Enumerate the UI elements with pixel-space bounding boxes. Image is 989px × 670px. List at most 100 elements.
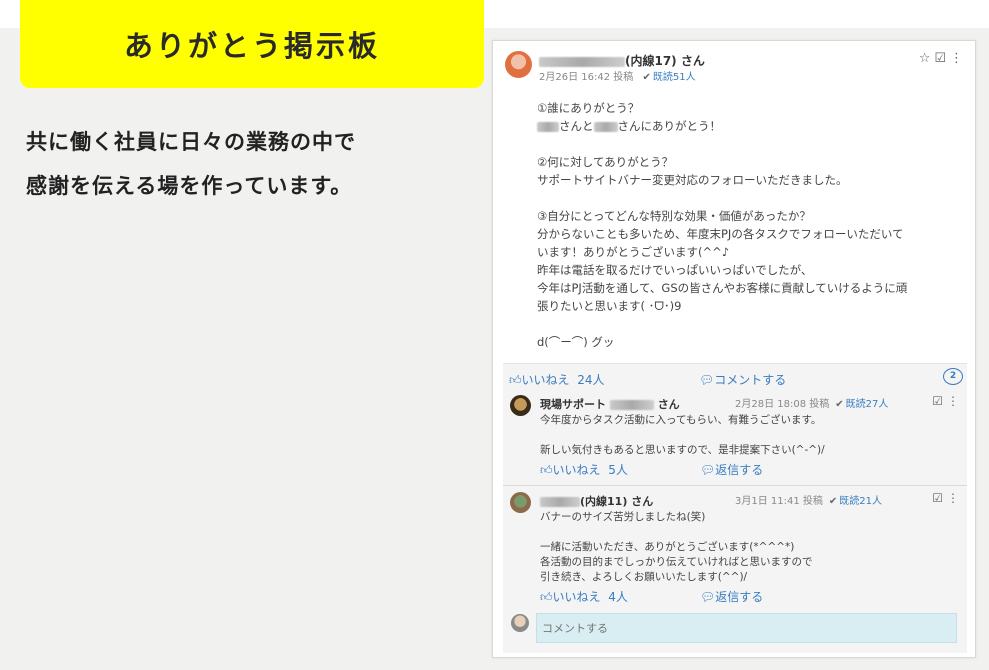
post-line	[537, 135, 957, 153]
comment-line: バナーのサイズ苦労しましたね(笑)	[540, 511, 706, 523]
like-label: いいねえ	[552, 590, 601, 604]
post-line	[537, 189, 957, 207]
post-action-bar: 👍︎いいねえ 24人 💬︎コメントする 2	[503, 363, 967, 391]
like-count: 5人	[608, 463, 628, 477]
redacted-name	[609, 400, 654, 410]
comment-line: 引き続き、よろしくお願いいたします(^^)/	[540, 571, 748, 583]
post-date: 2月26日 16:42 投稿	[539, 72, 634, 83]
check-icon: ✔	[642, 72, 651, 83]
more-vertical-icon[interactable]: ⋮	[947, 394, 959, 408]
post-body: ①誰にありがとう？ さんと さんにありがとう！ ②何に対してありがとう？ サポート…	[537, 99, 957, 351]
speech-bubble-icon: 💬︎	[700, 590, 716, 604]
more-vertical-icon[interactable]: ⋮	[947, 491, 959, 505]
speech-bubble-icon: 💬︎	[699, 373, 715, 387]
thumbs-up-icon: 👍︎	[540, 590, 553, 604]
divider	[503, 485, 967, 486]
post-line: 分からないことも多いため、年度末PJの各タスクでフォローいただいて	[537, 227, 904, 241]
post-line-text: さんにありがとう！	[617, 119, 722, 133]
like-label: いいねえ	[552, 463, 601, 477]
comment-body: バナーのサイズ苦労しましたね(笑) 一緒に活動いただき、ありがとうございます(*…	[540, 510, 940, 585]
post-line: 昨年は電話を取るだけでいっぱいいっぱいでしたが、	[537, 263, 813, 277]
tagline-line-2: 感謝を伝える場を作っています。	[26, 174, 353, 198]
post-line: 張りたいと思います( ･ᗜ･)9	[537, 299, 682, 313]
post-header: (内線17) さん 2月26日 16:42 投稿 ✔ 既読51人 ☆ ☑ ⋮	[505, 51, 963, 85]
comment-count-badge[interactable]: 2	[943, 368, 963, 385]
read-count: 既読21人	[839, 496, 883, 507]
post-line: ①誰にありがとう？	[537, 101, 640, 115]
like-count: 4人	[608, 590, 628, 604]
comment-action-row: 👍︎いいねえ 4人 💬︎返信する	[540, 588, 763, 605]
post-panel: (内線17) さん 2月26日 16:42 投稿 ✔ 既読51人 ☆ ☑ ⋮ ①誰にあ…	[492, 40, 976, 658]
task-check-icon[interactable]: ☑	[932, 394, 943, 408]
like-button[interactable]: 👍︎いいねえ 4人	[540, 590, 628, 604]
redacted-name	[593, 121, 618, 132]
comment-author[interactable]: 現場サポート さん	[540, 396, 680, 412]
comment-action-row: 👍︎いいねえ 5人 💬︎返信する	[540, 461, 763, 478]
page-title: ありがとう掲示板	[123, 29, 380, 63]
like-count: 24人	[577, 373, 605, 387]
avatar	[511, 614, 529, 632]
post-line-text: さんと	[559, 119, 594, 133]
comment-meta: 2月28日 18:08 投稿 ✔ 既読27人	[735, 395, 888, 410]
post-line	[537, 315, 957, 333]
post-line: ③自分にとってどんな特別な効果・価値があったか？	[537, 209, 811, 223]
reply-label: 返信する	[715, 463, 764, 477]
reply-button[interactable]: 💬︎返信する	[700, 461, 763, 478]
reply-button[interactable]: 💬︎返信する	[700, 588, 763, 605]
comment-line	[540, 428, 940, 443]
comment-item: (内線11) さん 3月1日 11:41 投稿 ✔ 既読21人 ☑ ⋮ バナーのサイズ…	[503, 488, 967, 608]
reply-label: 返信する	[715, 590, 764, 604]
comment-body: 今年度からタスク活動に入ってもらい、有難うございます。 新しい気付きもあると思い…	[540, 413, 940, 458]
post-line: d(⌒ー⌒) グッ	[537, 335, 615, 349]
post-line: サポートサイトバナー変更対応のフォローいただきました。	[537, 173, 848, 187]
tagline-line-1: 共に働く社員に日々の業務の中で	[26, 130, 356, 154]
star-icon[interactable]: ☆	[919, 51, 931, 66]
speech-bubble-icon: 💬︎	[700, 463, 716, 477]
post-line: さんと さんにありがとう！	[537, 117, 957, 135]
like-button[interactable]: 👍︎いいねえ 24人	[509, 371, 604, 388]
more-vertical-icon[interactable]: ⋮	[950, 51, 963, 66]
avatar[interactable]	[510, 492, 531, 513]
check-icon: ✔	[835, 399, 844, 410]
comment-line: 一緒に活動いただき、ありがとうございます(*^^^*)	[540, 541, 795, 553]
read-count-link[interactable]: ✔ 既読27人	[835, 399, 888, 410]
redacted-name	[539, 56, 625, 67]
read-count: 既読27人	[845, 399, 889, 410]
post-author-suffix: (内線17) さん	[625, 54, 705, 68]
comment-line	[540, 525, 940, 540]
task-check-icon[interactable]: ☑	[932, 491, 943, 505]
comment-label: コメントする	[714, 373, 787, 387]
post-meta: 2月26日 16:42 投稿 ✔ 既読51人	[539, 68, 696, 83]
redacted-name	[540, 497, 580, 507]
tagline: 共に働く社員に日々の業務の中で 感謝を伝える場を作っています。	[26, 120, 466, 208]
comment-author[interactable]: (内線11) さん	[540, 493, 653, 509]
task-check-icon[interactable]: ☑	[934, 51, 946, 66]
thumbs-up-icon: 👍︎	[509, 373, 522, 387]
comment-input-row	[503, 611, 967, 649]
comments-section: 現場サポート さん 2月28日 18:08 投稿 ✔ 既読27人 ☑ ⋮ 今年度からタ…	[503, 391, 967, 653]
post-author[interactable]: (内線17) さん	[539, 52, 705, 69]
comment-item: 現場サポート さん 2月28日 18:08 投稿 ✔ 既読27人 ☑ ⋮ 今年度からタ…	[503, 391, 967, 481]
check-icon: ✔	[828, 496, 838, 507]
post-line: 今年はPJ活動を通して、GSの皆さんやお客様に貢献していけるように頑	[537, 281, 908, 295]
comment-line: 今年度からタスク活動に入ってもらい、有難うございます。	[540, 414, 822, 426]
redacted-name	[537, 121, 559, 132]
comment-date: 2月28日 18:08 投稿	[735, 399, 830, 410]
read-count-link[interactable]: ✔ 既読51人	[642, 72, 695, 83]
comment-line: 各活動の目的までしっかり伝えていければと思いますので	[540, 556, 813, 568]
avatar[interactable]	[510, 395, 531, 416]
thumbs-up-icon: 👍︎	[540, 463, 553, 477]
read-count: 既読51人	[652, 72, 696, 83]
comment-meta: 3月1日 11:41 投稿 ✔ 既読21人	[735, 492, 882, 507]
read-count-link[interactable]: ✔ 既読21人	[829, 496, 882, 507]
like-button[interactable]: 👍︎いいねえ 5人	[540, 463, 628, 477]
post-actions: ☆ ☑ ⋮	[915, 51, 963, 66]
comment-date: 3月1日 11:41 投稿	[735, 496, 823, 507]
avatar[interactable]	[505, 51, 532, 78]
comment-line: 新しい気付きもあると思いますので、是非提案下さい(^-^)/	[540, 444, 825, 456]
comment-button[interactable]: 💬︎コメントする	[699, 371, 786, 388]
comment-input[interactable]	[536, 613, 957, 643]
post-line: います！ありがとうございます(^^♪	[537, 245, 730, 259]
post-line: ②何に対してありがとう？	[537, 155, 674, 169]
comment-actions: ☑ ⋮	[928, 394, 959, 408]
